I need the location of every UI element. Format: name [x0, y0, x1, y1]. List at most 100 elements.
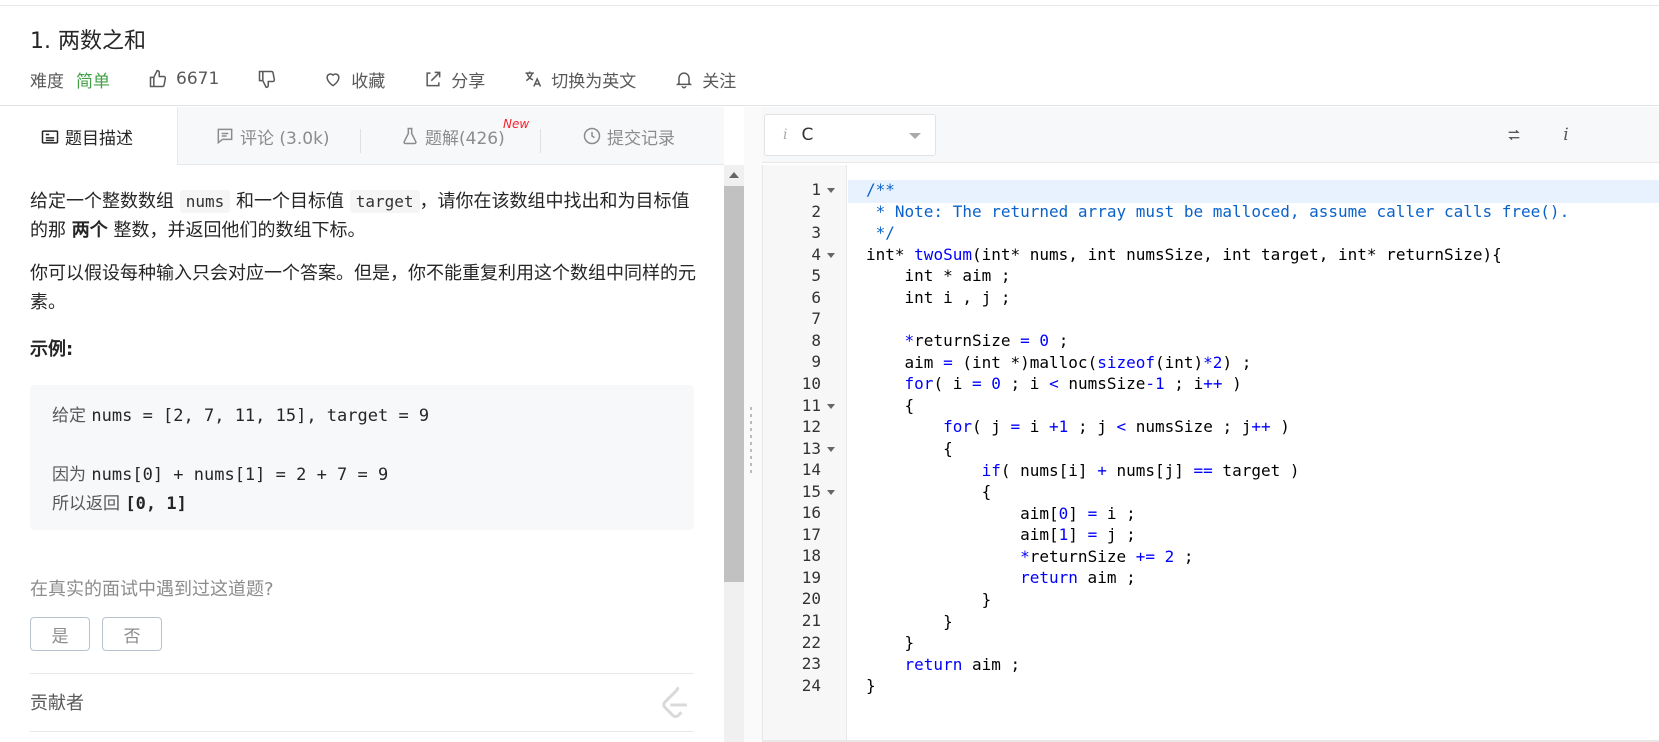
- description-scrollbar-thumb[interactable]: [724, 186, 744, 582]
- line-number: 9: [811, 352, 821, 372]
- scroll-up-arrow[interactable]: [724, 165, 744, 185]
- code-token: ): [1222, 374, 1242, 393]
- language-select[interactable]: i C: [764, 114, 936, 156]
- problem-description: 给定一个整数数组 nums 和一个目标值 target ，请你在该数组中找出和为目…: [0, 165, 724, 742]
- swap-button[interactable]: [1496, 117, 1532, 153]
- line-number: 2: [811, 201, 821, 221]
- code-token: j ;: [1097, 525, 1136, 544]
- code-span: nums = [2, 7, 11, 15], target = 9: [91, 406, 430, 426]
- number-token: 0: [1039, 331, 1050, 350]
- comment-token: * Note: The returned array must be mallo…: [866, 202, 1570, 221]
- line-number: 3: [811, 223, 821, 243]
- fold-arrow-icon[interactable]: [827, 489, 835, 495]
- line-number: 23: [801, 654, 821, 674]
- text-span: 所以返回: [52, 494, 126, 514]
- tab-solutions[interactable]: 题解(426): [400, 107, 505, 165]
- code-token: (int* nums, int numsSize, int target, in…: [971, 245, 1502, 264]
- comment-token: */: [866, 223, 895, 242]
- code-token: ]: [1068, 525, 1088, 544]
- code-line-17: aim[1] = j ;: [866, 525, 1136, 544]
- bell-icon: [676, 72, 693, 89]
- line-number: 14: [801, 460, 821, 480]
- code-token: nums[j]: [1106, 461, 1194, 480]
- text-span: 整数，并返回他们的数组下标。: [107, 220, 366, 241]
- new-badge: New: [503, 117, 530, 131]
- code-line-15: {: [866, 482, 992, 501]
- tab-separator: [540, 129, 541, 153]
- switch-language-label: 切换为英文: [551, 71, 637, 92]
- follow-label: 关注: [702, 71, 737, 92]
- tab-comments-label: 评论 (3.0k): [240, 128, 330, 149]
- follow-button[interactable]: 关注: [674, 67, 736, 92]
- favorite-button[interactable]: 收藏: [323, 67, 385, 92]
- operator-token: =: [1010, 417, 1021, 436]
- pane-resizer[interactable]: [744, 107, 762, 742]
- code-token: ( i: [933, 374, 972, 393]
- thumbs-up-icon: [149, 69, 167, 88]
- code-line-1: /**: [866, 180, 895, 199]
- language-value: C: [801, 125, 814, 145]
- heart-icon: [326, 73, 340, 87]
- chevron-up-icon: [729, 172, 739, 178]
- operator-token: +=: [1135, 547, 1155, 566]
- operator-token: =: [943, 353, 953, 372]
- code-line-16: aim[0] = i ;: [866, 504, 1136, 523]
- divider: [30, 731, 694, 732]
- code-token: ; i: [1000, 374, 1050, 393]
- code-editor[interactable]: 1 2 3 4 5 6 7 8 9 10 11 12 13 14 15 16 17 18 19 20 21 22 23 24 …: [762, 165, 1659, 742]
- info-button[interactable]: i: [1548, 117, 1584, 153]
- clock-icon: [583, 127, 601, 145]
- code-line-5: int * aim ;: [866, 266, 1011, 285]
- line-number: 6: [811, 287, 821, 307]
- code-line-4: int* twoSum(int* nums, int numsSize, int…: [866, 245, 1502, 264]
- line-number: 21: [801, 611, 821, 630]
- text-span: 因为: [52, 465, 92, 485]
- code-token: ): [1270, 417, 1290, 436]
- operator-token: +: [1097, 461, 1107, 480]
- tab-comments[interactable]: 评论 (3.0k): [215, 107, 330, 165]
- code-line-18: *returnSize += 2 ;: [866, 547, 1193, 566]
- tab-submissions[interactable]: 提交记录: [582, 107, 675, 165]
- operator-token: <: [1116, 417, 1127, 436]
- code-token: aim[: [866, 504, 1059, 523]
- dislike-button[interactable]: [257, 69, 285, 89]
- like-button[interactable]: 6671: [148, 69, 219, 89]
- difficulty-label: 难度: [30, 71, 64, 92]
- code-token: ) ;: [1222, 353, 1252, 372]
- tab-separator: [360, 129, 361, 153]
- no-button[interactable]: 否: [102, 617, 162, 651]
- description-paragraph-1: 给定一个整数数组 nums 和一个目标值 target ，请你在该数组中找出和为目…: [30, 187, 702, 245]
- example-line-1: 给定 nums = [2, 7, 11, 15], target = 9: [52, 401, 429, 426]
- keyword-token: for: [904, 374, 934, 393]
- operator-token: ==: [1193, 461, 1213, 480]
- share-button[interactable]: 分享: [423, 67, 485, 92]
- share-label: 分享: [451, 71, 486, 92]
- fold-arrow-icon[interactable]: [827, 252, 835, 258]
- example-title: 示例:: [30, 339, 74, 360]
- thumbs-down-icon: [259, 70, 276, 89]
- code-token: (int *)malloc(: [952, 353, 1098, 372]
- line-number: 10: [801, 373, 821, 393]
- number-token: 0: [991, 374, 1001, 393]
- fold-arrow-icon[interactable]: [827, 446, 835, 452]
- description-icon: [41, 129, 59, 144]
- tab-submissions-label: 提交记录: [607, 128, 675, 149]
- favorite-label: 收藏: [351, 71, 386, 92]
- yes-button[interactable]: 是: [30, 617, 90, 651]
- switch-language-button[interactable]: 切换为英文: [523, 67, 636, 92]
- line-number: 20: [801, 589, 821, 609]
- operator-token: ++: [1251, 417, 1271, 436]
- keyword-token: if: [981, 461, 1001, 480]
- code-line-23: return aim ;: [866, 655, 1021, 674]
- tab-description[interactable]: 题目描述: [0, 107, 178, 166]
- number-token: -1: [1145, 374, 1165, 393]
- problem-tabs: 题目描述 评论 (3.0k) 题解(426) 提交记录: [0, 107, 724, 166]
- code-line-19: return aim ;: [866, 568, 1136, 587]
- fold-arrow-icon[interactable]: [827, 188, 835, 193]
- fold-arrow-icon[interactable]: [827, 403, 835, 409]
